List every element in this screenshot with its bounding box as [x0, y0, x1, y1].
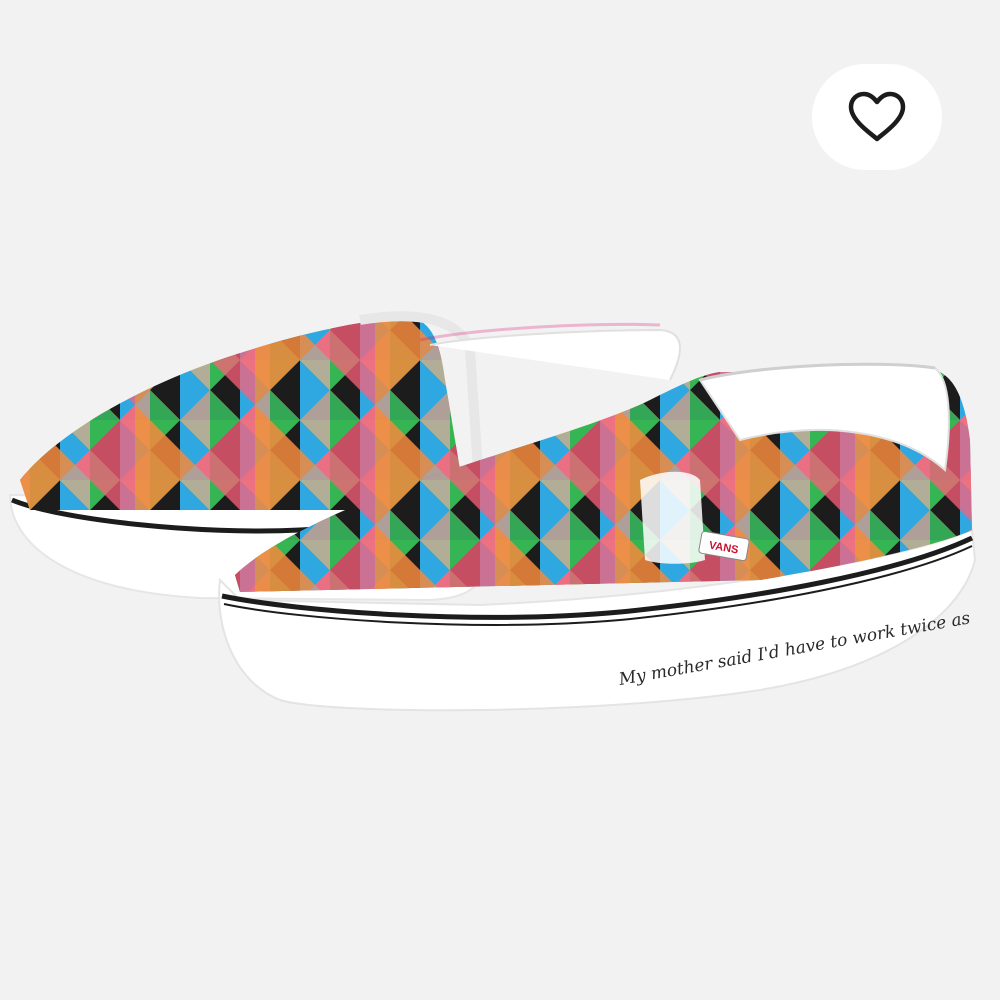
favorite-button[interactable]	[812, 64, 942, 170]
heart-outline-icon	[848, 91, 906, 142]
